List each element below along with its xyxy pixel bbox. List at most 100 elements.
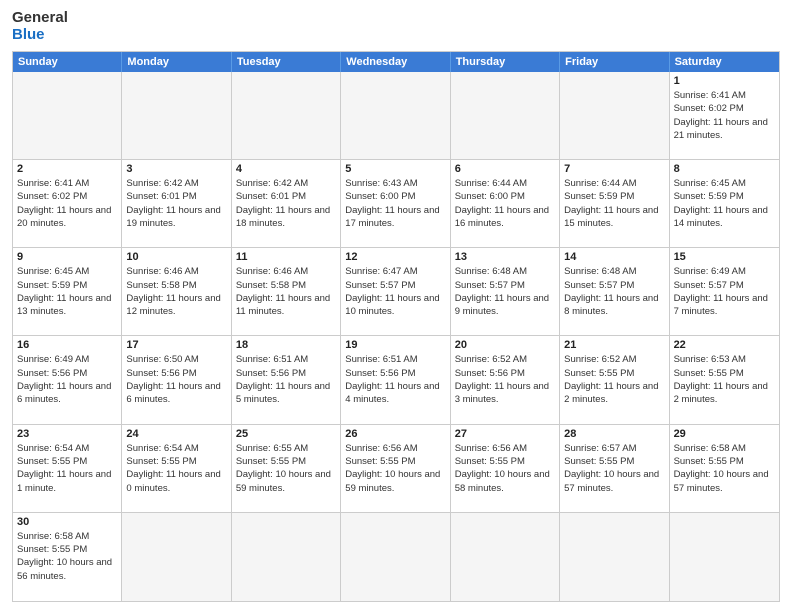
day-number: 25 [236,428,336,440]
day-cell-29: 29 Sunrise: 6:58 AMSunset: 5:55 PMDayligh… [670,425,779,513]
day-number: 7 [564,163,664,175]
day-cell-7: 7 Sunrise: 6:44 AMSunset: 5:59 PMDaylight… [560,160,669,248]
day-cell-14: 14Sunrise: 6:48 AMSunset: 5:57 PMDayligh… [560,248,669,336]
day-cell-6: 6 Sunrise: 6:44 AMSunset: 6:00 PMDaylight… [451,160,560,248]
day-cell-21: 21 Sunrise: 6:52 AMSunset: 5:55 PMDayligh… [560,336,669,424]
empty-cell [232,72,341,160]
day-cell-1: 1 Sunrise: 6:41 AMSunset: 6:02 PMDaylight… [670,72,779,160]
day-number: 5 [345,163,445,175]
day-number: 4 [236,163,336,175]
day-info: Sunrise: 6:56 AMSunset: 5:55 PMDaylight:… [455,442,555,495]
calendar-body: 1 Sunrise: 6:41 AMSunset: 6:02 PMDaylight… [13,72,779,601]
day-number: 2 [17,163,117,175]
day-number: 22 [674,339,775,351]
day-info: Sunrise: 6:48 AMSunset: 5:57 PMDaylight:… [564,265,664,318]
empty-cell [13,72,122,160]
day-info: Sunrise: 6:44 AMSunset: 6:00 PMDaylight:… [455,177,555,230]
day-cell-26: 26 Sunrise: 6:56 AMSunset: 5:55 PMDayligh… [341,425,450,513]
day-number: 27 [455,428,555,440]
empty-cell [341,513,450,601]
day-info: Sunrise: 6:55 AMSunset: 5:55 PMDaylight:… [236,442,336,495]
day-number: 23 [17,428,117,440]
day-cell-18: 18 Sunrise: 6:51 AMSunset: 5:56 PMDayligh… [232,336,341,424]
day-number: 28 [564,428,664,440]
day-info: Sunrise: 6:41 AMSunset: 6:02 PMDaylight:… [674,89,775,142]
empty-cell [560,513,669,601]
day-number: 21 [564,339,664,351]
day-number: 18 [236,339,336,351]
calendar-header: SundayMondayTuesdayWednesdayThursdayFrid… [13,52,779,72]
day-number: 30 [17,516,117,528]
page: General Blue General Blue SundayMondayTu… [0,0,792,612]
empty-cell [451,513,560,601]
day-info: Sunrise: 6:57 AMSunset: 5:55 PMDaylight:… [564,442,664,495]
day-info: Sunrise: 6:49 AMSunset: 5:57 PMDaylight:… [674,265,775,318]
day-cell-13: 13 Sunrise: 6:48 AMSunset: 5:57 PMDayligh… [451,248,560,336]
empty-cell [122,72,231,160]
day-info: Sunrise: 6:46 AMSunset: 5:58 PMDaylight:… [126,265,226,318]
weekday-header-thursday: Thursday [451,52,560,72]
day-info: Sunrise: 6:41 AMSunset: 6:02 PMDaylight:… [17,177,117,230]
day-number: 20 [455,339,555,351]
day-cell-4: 4 Sunrise: 6:42 AMSunset: 6:01 PMDaylight… [232,160,341,248]
day-info: Sunrise: 6:50 AMSunset: 5:56 PMDaylight:… [126,353,226,406]
day-cell-24: 24Sunrise: 6:54 AMSunset: 5:55 PMDayligh… [122,425,231,513]
day-number: 13 [455,251,555,263]
day-cell-23: 23 Sunrise: 6:54 AMSunset: 5:55 PMDayligh… [13,425,122,513]
day-cell-9: 9Sunrise: 6:45 AMSunset: 5:59 PMDaylight… [13,248,122,336]
day-info: Sunrise: 6:54 AMSunset: 5:55 PMDaylight:… [17,442,117,495]
day-info: Sunrise: 6:52 AMSunset: 5:56 PMDaylight:… [455,353,555,406]
day-info: Sunrise: 6:58 AMSunset: 5:55 PMDaylight:… [17,530,117,583]
day-cell-27: 27 Sunrise: 6:56 AMSunset: 5:55 PMDayligh… [451,425,560,513]
day-info: Sunrise: 6:56 AMSunset: 5:55 PMDaylight:… [345,442,445,495]
day-cell-12: 12 Sunrise: 6:47 AMSunset: 5:57 PMDayligh… [341,248,450,336]
day-info: Sunrise: 6:51 AMSunset: 5:56 PMDaylight:… [236,353,336,406]
day-cell-8: 8Sunrise: 6:45 AMSunset: 5:59 PMDaylight… [670,160,779,248]
header: General Blue General Blue [12,10,780,43]
weekday-header-friday: Friday [560,52,669,72]
empty-cell [451,72,560,160]
day-number: 1 [674,75,775,87]
weekday-header-tuesday: Tuesday [232,52,341,72]
day-info: Sunrise: 6:52 AMSunset: 5:55 PMDaylight:… [564,353,664,406]
day-info: Sunrise: 6:42 AMSunset: 6:01 PMDaylight:… [236,177,336,230]
day-number: 12 [345,251,445,263]
day-number: 3 [126,163,226,175]
empty-cell [341,72,450,160]
day-number: 11 [236,251,336,263]
day-number: 15 [674,251,775,263]
day-number: 26 [345,428,445,440]
day-info: Sunrise: 6:46 AMSunset: 5:58 PMDaylight:… [236,265,336,318]
day-cell-10: 10 Sunrise: 6:46 AMSunset: 5:58 PMDayligh… [122,248,231,336]
day-info: Sunrise: 6:51 AMSunset: 5:56 PMDaylight:… [345,353,445,406]
empty-cell [670,513,779,601]
day-number: 29 [674,428,775,440]
day-info: Sunrise: 6:54 AMSunset: 5:55 PMDaylight:… [126,442,226,495]
logo-blue-text: Blue [12,27,68,44]
day-cell-17: 17 Sunrise: 6:50 AMSunset: 5:56 PMDayligh… [122,336,231,424]
day-number: 10 [126,251,226,263]
day-info: Sunrise: 6:49 AMSunset: 5:56 PMDaylight:… [17,353,117,406]
day-number: 16 [17,339,117,351]
day-info: Sunrise: 6:58 AMSunset: 5:55 PMDaylight:… [674,442,775,495]
day-cell-19: 19Sunrise: 6:51 AMSunset: 5:56 PMDayligh… [341,336,450,424]
day-info: Sunrise: 6:47 AMSunset: 5:57 PMDaylight:… [345,265,445,318]
logo: General Blue General Blue [12,10,68,43]
day-info: Sunrise: 6:44 AMSunset: 5:59 PMDaylight:… [564,177,664,230]
day-cell-11: 11 Sunrise: 6:46 AMSunset: 5:58 PMDayligh… [232,248,341,336]
weekday-header-wednesday: Wednesday [341,52,450,72]
day-info: Sunrise: 6:43 AMSunset: 6:00 PMDaylight:… [345,177,445,230]
logo-general-text: General [12,10,68,27]
day-cell-15: 15 Sunrise: 6:49 AMSunset: 5:57 PMDayligh… [670,248,779,336]
day-number: 6 [455,163,555,175]
day-info: Sunrise: 6:48 AMSunset: 5:57 PMDaylight:… [455,265,555,318]
day-cell-2: 2 Sunrise: 6:41 AMSunset: 6:02 PMDaylight… [13,160,122,248]
empty-cell [560,72,669,160]
calendar: SundayMondayTuesdayWednesdayThursdayFrid… [12,51,780,602]
day-number: 17 [126,339,226,351]
day-info: Sunrise: 6:45 AMSunset: 5:59 PMDaylight:… [17,265,117,318]
day-info: Sunrise: 6:53 AMSunset: 5:55 PMDaylight:… [674,353,775,406]
day-info: Sunrise: 6:45 AMSunset: 5:59 PMDaylight:… [674,177,775,230]
day-cell-20: 20 Sunrise: 6:52 AMSunset: 5:56 PMDayligh… [451,336,560,424]
day-cell-25: 25 Sunrise: 6:55 AMSunset: 5:55 PMDayligh… [232,425,341,513]
